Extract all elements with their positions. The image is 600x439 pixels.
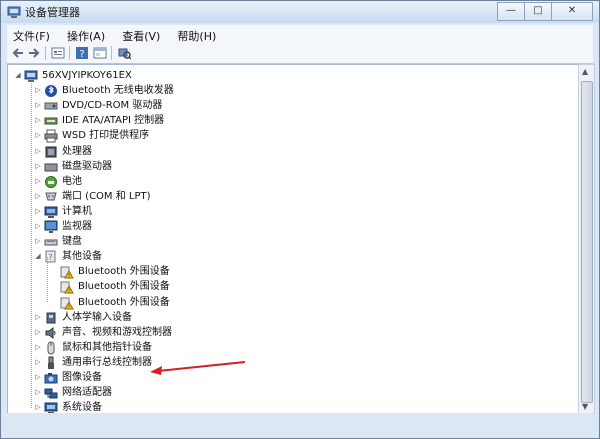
device-tree-panel: ◢ 56XVJYIPKOY61EX ▷ Bluetooth 无线电收发器 ▷ DVD/CD…	[7, 64, 579, 415]
device-label: 人体学输入设备	[62, 311, 132, 323]
collapse-icon[interactable]: ◢	[34, 252, 42, 260]
forward-arrow-icon[interactable]	[27, 46, 41, 60]
camera-icon	[44, 373, 58, 384]
svg-text:?: ?	[48, 253, 52, 262]
device-label: Bluetooth 无线电收发器	[62, 85, 174, 97]
monitor-icon	[44, 220, 58, 233]
vertical-scrollbar[interactable]: ▲ ▼	[578, 64, 595, 414]
toolbar: ?	[7, 43, 593, 64]
expand-icon[interactable]: ▷	[34, 177, 42, 185]
scroll-up-icon[interactable]: ▲	[582, 67, 588, 76]
disc-drive-icon	[44, 102, 58, 110]
battery-icon	[45, 175, 57, 188]
sound-icon	[45, 326, 56, 339]
expand-icon[interactable]: ▷	[34, 373, 42, 381]
device-label: DVD/CD-ROM 驱动器	[62, 100, 163, 112]
expand-icon[interactable]: ▷	[34, 207, 42, 215]
device-label: 监视器	[62, 221, 92, 232]
device-manager-window: 设备管理器 — □ ✕ 文件(F) 操作(A) 查看(V) 帮助(H) ? ◢ 5…	[0, 0, 600, 439]
device-label: 声音、视频和游戏控制器	[62, 326, 172, 338]
warning-device-icon: !	[60, 297, 74, 310]
device-label: Bluetooth 外围设备	[78, 266, 170, 278]
expand-icon[interactable]: ▷	[34, 147, 42, 155]
network-adapter-icon	[44, 388, 58, 399]
expand-icon[interactable]: ▷	[34, 358, 42, 366]
device-label: 磁盘驱动器	[62, 160, 112, 172]
tree-root-label: 56XVJYIPKOY61EX	[42, 70, 132, 81]
svg-text:!: !	[68, 304, 70, 310]
expand-icon[interactable]: ▷	[34, 343, 42, 351]
close-button[interactable]: ✕	[551, 2, 593, 21]
properties-icon[interactable]	[51, 46, 65, 60]
device-label: Bluetooth 外围设备	[78, 296, 170, 308]
svg-text:!: !	[68, 274, 70, 280]
device-label: 端口 (COM 和 LPT)	[62, 190, 151, 202]
expand-icon[interactable]: ▷	[34, 101, 42, 109]
show-hide-tree-icon[interactable]	[93, 46, 107, 60]
device-label: 图像设备	[62, 372, 102, 383]
title-bar[interactable]: 设备管理器 — □ ✕	[1, 1, 599, 23]
svg-text:!: !	[68, 289, 70, 295]
device-label: 鼠标和其他指针设备	[62, 341, 152, 353]
expand-icon[interactable]: ▷	[34, 403, 42, 411]
red-annotation-arrow	[150, 361, 246, 375]
maximize-button[interactable]: □	[524, 2, 552, 21]
expand-icon[interactable]: ▷	[34, 162, 42, 170]
expand-icon[interactable]: ▷	[34, 313, 42, 321]
device-label: 键盘	[62, 236, 82, 248]
expand-icon[interactable]: ▷	[34, 222, 42, 230]
device-label: 计算机	[62, 205, 92, 217]
svg-text:?: ?	[79, 49, 84, 60]
usb-icon	[48, 356, 54, 369]
bluetooth-icon	[45, 85, 57, 98]
hid-icon	[46, 312, 56, 324]
toolbar-separator	[111, 46, 112, 60]
ide-controller-icon	[44, 117, 58, 125]
expand-icon[interactable]: ▷	[34, 237, 42, 245]
device-label: 网络适配器	[62, 387, 112, 399]
expand-icon[interactable]: ▷	[34, 86, 42, 94]
expand-icon[interactable]: ▷	[34, 388, 42, 396]
menu-bar: 文件(F) 操作(A) 查看(V) 帮助(H)	[7, 25, 593, 44]
collapse-icon[interactable]: ◢	[14, 71, 22, 79]
expand-icon[interactable]: ▷	[34, 328, 42, 336]
device-manager-icon	[7, 6, 21, 18]
minimize-button[interactable]: —	[497, 2, 525, 21]
processor-icon	[45, 146, 57, 157]
help-icon[interactable]: ?	[75, 46, 89, 60]
device-label: 通用串行总线控制器	[62, 356, 152, 368]
toolbar-separator	[69, 46, 70, 60]
window-title: 设备管理器	[25, 6, 80, 19]
scan-hardware-icon[interactable]	[117, 46, 131, 60]
device-label: Bluetooth 外围设备	[78, 281, 170, 293]
warning-device-icon: !	[60, 266, 74, 280]
device-label: 处理器	[62, 145, 92, 157]
status-bar	[7, 413, 593, 431]
device-label: 其他设备	[62, 251, 102, 263]
back-arrow-icon[interactable]	[11, 46, 25, 60]
device-label: IDE ATA/ATAPI 控制器	[62, 115, 165, 127]
expand-icon[interactable]: ▷	[34, 131, 42, 139]
computer-icon	[44, 206, 58, 218]
expand-icon[interactable]: ▷	[34, 116, 42, 124]
warning-device-icon: !	[60, 281, 74, 295]
device-label: 电池	[62, 175, 82, 187]
scrollbar-thumb[interactable]	[581, 81, 593, 403]
computer-root-icon	[24, 70, 38, 82]
disk-drive-icon	[44, 163, 58, 172]
device-label: WSD 打印提供程序	[62, 130, 150, 142]
printer-icon	[44, 129, 58, 143]
expand-icon[interactable]: ▷	[34, 192, 42, 200]
port-icon	[45, 192, 57, 201]
mouse-icon	[47, 341, 55, 355]
tree-connector-line	[31, 83, 32, 409]
toolbar-separator	[45, 46, 46, 60]
keyboard-icon	[44, 239, 58, 246]
scroll-down-icon[interactable]: ▼	[582, 402, 588, 411]
tree-connector-line	[47, 257, 48, 303]
